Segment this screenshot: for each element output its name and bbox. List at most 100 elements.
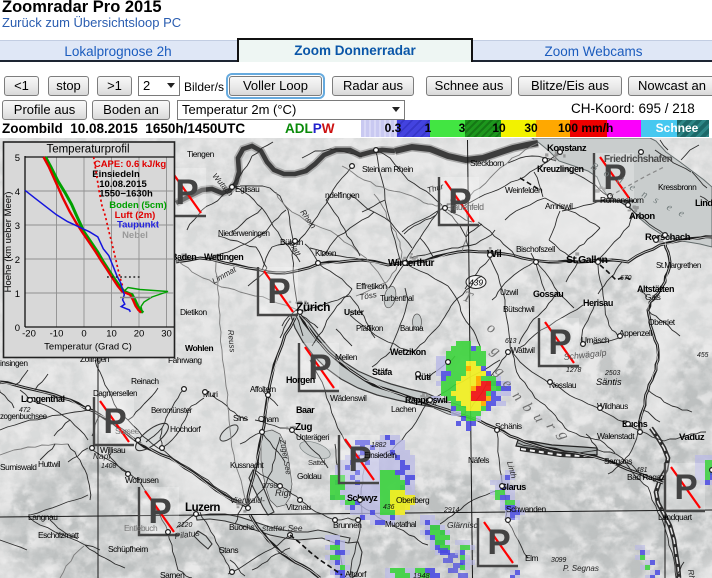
svg-text:Arbon: Arbon [629, 211, 655, 222]
svg-text:Bauma: Bauma [400, 324, 424, 333]
svg-text:Lind: Lind [695, 198, 712, 208]
svg-text:statter See: statter See [262, 523, 303, 533]
svg-text:472: 472 [19, 407, 31, 414]
svg-text:1408: 1408 [101, 463, 116, 470]
svg-text:Oberiberg: Oberiberg [396, 495, 430, 505]
svg-text:Unterägeri: Unterägeri [296, 433, 330, 442]
svg-text:Konstanz: Konstanz [547, 143, 587, 154]
svg-text:0: 0 [81, 329, 86, 340]
svg-text:Walenstadt: Walenstadt [597, 431, 635, 441]
svg-text:Beromünster: Beromünster [151, 406, 193, 415]
svg-text:2503: 2503 [604, 370, 620, 377]
svg-text:Glärnisc: Glärnisc [447, 520, 479, 530]
svg-text:Goldau: Goldau [297, 471, 322, 481]
svg-text:Baar: Baar [296, 405, 315, 415]
svg-text:Bütschwil: Bütschwil [503, 304, 535, 314]
svg-text:Uzwil: Uzwil [500, 287, 518, 297]
svg-text:Kloten: Kloten [315, 248, 337, 258]
svg-text:Gais: Gais [645, 292, 661, 302]
svg-text:Sargans: Sargans [604, 456, 632, 466]
svg-text:Herisau: Herisau [583, 298, 613, 308]
svg-text:Lachen: Lachen [391, 404, 417, 414]
svg-text:Nesslau: Nesslau [549, 380, 577, 390]
svg-text:Steckborn: Steckborn [470, 158, 504, 168]
svg-text:481: 481 [636, 467, 648, 474]
svg-text:Gossau: Gossau [533, 289, 563, 299]
svg-text:Vaduz: Vaduz [679, 432, 705, 443]
svg-text:2120: 2120 [176, 522, 192, 529]
svg-text:Elm: Elm [525, 553, 539, 563]
svg-text:Amriswil: Amriswil [545, 201, 573, 211]
svg-text:Oberriet: Oberriet [648, 317, 676, 327]
svg-text:Frauenfeld: Frauenfeld [446, 202, 484, 212]
svg-text:1882: 1882 [371, 442, 386, 449]
svg-text:455: 455 [697, 352, 709, 359]
svg-text:Altdorf: Altdorf [345, 569, 367, 578]
svg-text:2: 2 [15, 255, 20, 266]
svg-text:Sursee: Sursee [115, 426, 140, 436]
svg-text:Sumiswald: Sumiswald [0, 462, 37, 472]
svg-text:Effretikon: Effretikon [356, 281, 388, 291]
svg-text:Wohlen: Wohlen [185, 343, 213, 353]
svg-text:1: 1 [15, 289, 20, 300]
svg-text:Romanshorn: Romanshorn [600, 195, 644, 205]
svg-text:Bischofszell: Bischofszell [516, 244, 555, 254]
svg-text:Rigi: Rigi [275, 488, 292, 498]
svg-text:Horgen: Horgen [286, 375, 315, 385]
svg-text:Vierwald-: Vierwald- [230, 495, 265, 505]
svg-text:Napf: Napf [93, 451, 112, 461]
svg-text:Cham: Cham [258, 414, 279, 424]
svg-text:Temperaturprofil: Temperaturprofil [46, 144, 129, 156]
svg-text:30: 30 [161, 329, 172, 340]
svg-text:613: 613 [505, 338, 517, 345]
svg-text:1948: 1948 [413, 571, 431, 578]
svg-text:Sarnen: Sarnen [160, 570, 185, 578]
svg-text:Näfels: Näfels [468, 455, 489, 465]
svg-text:1550−1630h: 1550−1630h [99, 189, 153, 200]
svg-text:Vitznau: Vitznau [286, 502, 311, 512]
svg-text:Uster: Uster [344, 307, 365, 317]
svg-text:Wettingen: Wettingen [204, 252, 243, 262]
svg-text:0: 0 [15, 323, 20, 334]
svg-text:Temperatur (Grad C): Temperatur (Grad C) [44, 342, 132, 353]
svg-text:Escholzmatt: Escholzmatt [38, 530, 80, 540]
svg-text:Stein am Rhein: Stein am Rhein [362, 164, 414, 174]
svg-text:Stans: Stans [219, 545, 238, 555]
svg-text:5: 5 [15, 153, 20, 164]
svg-text:Schwanden: Schwanden [506, 504, 547, 514]
svg-text:20: 20 [134, 329, 145, 340]
svg-text:4: 4 [15, 187, 20, 198]
svg-text:ndelfingen: ndelfingen [325, 190, 360, 200]
svg-text:Niederweningen: Niederweningen [218, 229, 270, 238]
svg-text:Sins: Sins [233, 413, 248, 423]
svg-text:Wädenswil: Wädenswil [330, 393, 367, 403]
svg-text:Einsiedeln: Einsiedeln [364, 451, 396, 460]
svg-text:Dagmersellen: Dagmersellen [93, 389, 137, 398]
svg-text:10: 10 [106, 329, 117, 340]
svg-text:Hoehe (km ueber Meer): Hoehe (km ueber Meer) [3, 192, 14, 293]
svg-text:1798: 1798 [262, 483, 277, 490]
svg-text:St.Margrethen: St.Margrethen [656, 261, 701, 270]
svg-text:Appenzell: Appenzell [619, 328, 652, 338]
svg-text:insingen: insingen [0, 358, 28, 368]
svg-text:Wattwil: Wattwil [511, 345, 535, 355]
svg-text:Säntis: Säntis [596, 377, 622, 387]
svg-text:P. Segnas: P. Segnas [563, 564, 599, 573]
svg-text:1278: 1278 [566, 367, 581, 374]
svg-text:Stäfa: Stäfa [372, 367, 393, 377]
svg-text:Muotathal: Muotathal [385, 520, 417, 529]
svg-text:Taupunkt: Taupunkt [117, 220, 160, 231]
svg-text:Langnau: Langnau [28, 512, 58, 522]
svg-text:3099: 3099 [551, 557, 566, 564]
svg-text:Kressbronn: Kressbronn [658, 182, 697, 192]
svg-text:Zug: Zug [295, 422, 312, 433]
svg-text:Buochs: Buochs [229, 522, 254, 532]
svg-text:Turbenthal: Turbenthal [380, 294, 414, 303]
svg-text:Weinfelden: Weinfelden [505, 185, 543, 195]
svg-text:Eglisau: Eglisau [235, 184, 260, 194]
svg-text:Schüpfheim: Schüpfheim [108, 544, 148, 554]
svg-text:Dietikon: Dietikon [180, 307, 207, 317]
svg-text:Wolhusen: Wolhusen [125, 475, 159, 485]
svg-text:Winterthur: Winterthur [388, 258, 435, 269]
svg-text:Tiengen: Tiengen [187, 149, 215, 159]
